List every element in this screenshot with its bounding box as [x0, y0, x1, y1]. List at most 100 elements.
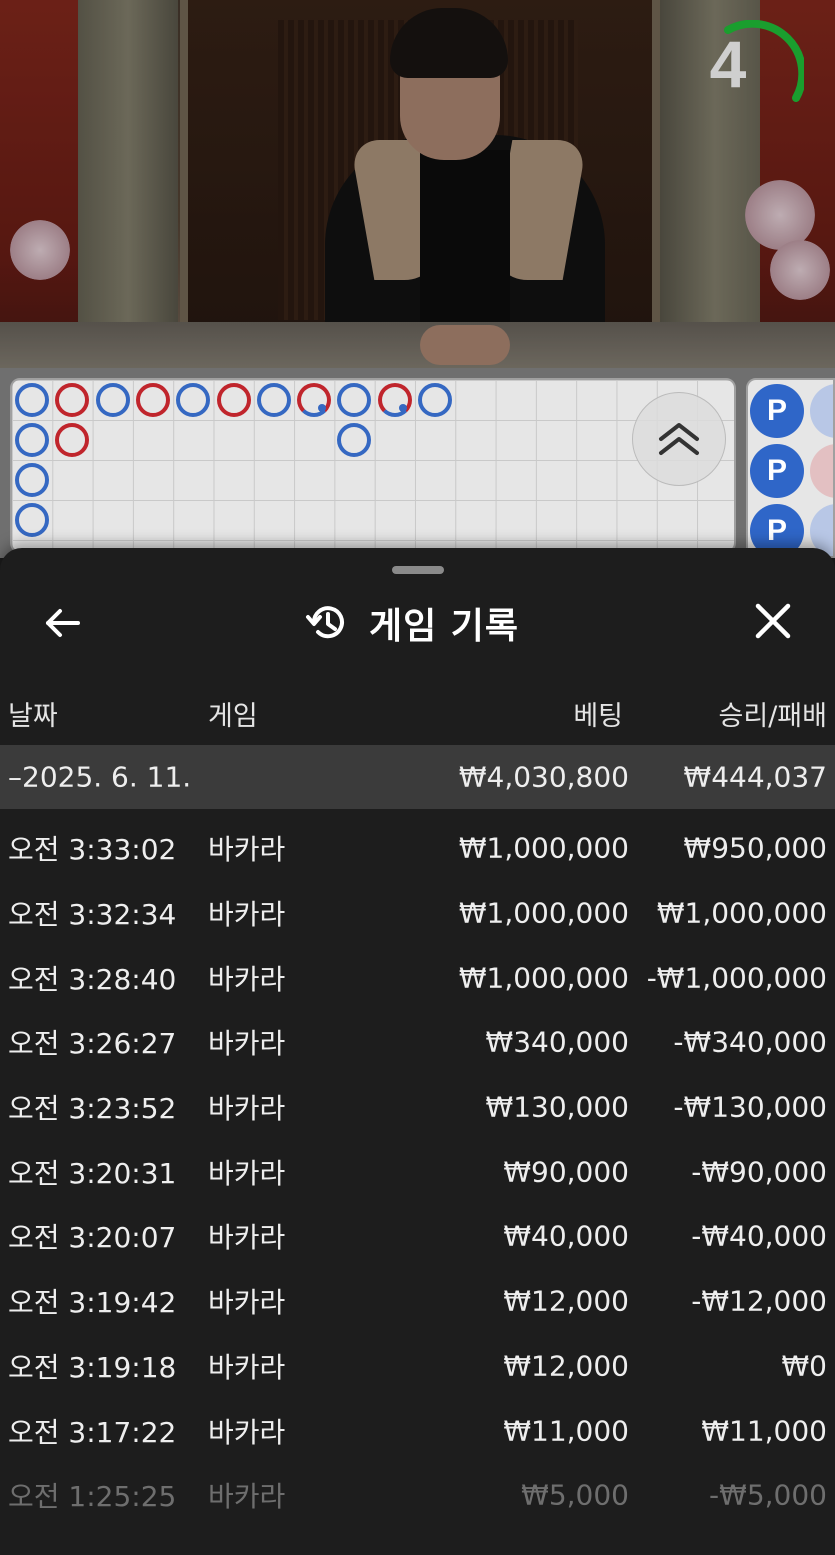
row-time: 오전 1:25:25	[8, 1480, 177, 1514]
row-winloss: -₩1,000,000	[646, 961, 827, 995]
pair-dot	[318, 404, 327, 412]
row-winloss: -₩12,000	[691, 1284, 827, 1318]
arrow-left-icon	[46, 609, 80, 637]
player-bead	[337, 383, 372, 417]
day-total-bet: ₩4,030,800	[458, 760, 629, 794]
row-time: 오전 3:17:22	[8, 1415, 177, 1449]
row-winloss: -₩90,000	[691, 1155, 827, 1189]
player-bead	[256, 383, 291, 417]
player-bead	[337, 423, 372, 457]
row-winloss: -₩340,000	[673, 1025, 827, 1059]
column-header-bet: 베팅	[573, 701, 623, 732]
day-summary-row[interactable]: –2025. 6. 11. ₩4,030,800 ₩444,037	[0, 745, 835, 809]
row-winloss: ₩1,000,000	[656, 896, 827, 930]
banker-bead	[55, 383, 90, 417]
row-winloss: -₩40,000	[691, 1219, 827, 1253]
sheet-title: 게임 기록	[369, 606, 520, 647]
column-header-date: 날짜	[8, 701, 58, 732]
row-bet: ₩1,000,000	[458, 831, 629, 865]
player-bead	[95, 383, 130, 417]
player-chip: P	[750, 444, 804, 498]
bead-road-grid	[10, 378, 736, 553]
row-game: 바카라	[208, 1350, 286, 1384]
history-row[interactable]: 오전 3:20:31 바카라 ₩90,000 -₩90,000	[0, 1139, 835, 1204]
side-roadmap: P P P	[746, 378, 835, 558]
player-bead	[15, 383, 49, 417]
live-video-feed: 4	[0, 0, 835, 368]
history-row[interactable]: 오전 3:26:27 바카라 ₩340,000 -₩340,000	[0, 1010, 835, 1075]
row-time: 오전 3:20:07	[8, 1221, 177, 1255]
row-game: 바카라	[208, 898, 286, 932]
banker-bead	[55, 423, 90, 457]
banker-bead	[135, 383, 170, 417]
history-icon	[306, 606, 344, 639]
history-row[interactable]: 오전 3:20:07 바카라 ₩40,000 -₩40,000	[0, 1204, 835, 1269]
row-winloss: ₩950,000	[683, 831, 827, 865]
row-game: 바카라	[208, 1480, 286, 1514]
player-bead	[15, 423, 49, 457]
history-row[interactable]: 오전 3:19:18 바카라 ₩12,000 ₩0	[0, 1334, 835, 1399]
row-time: 오전 3:33:02	[8, 833, 177, 867]
close-icon	[755, 603, 791, 639]
timer-count: 4	[709, 27, 747, 101]
row-game: 바카라	[208, 833, 286, 867]
row-time: 오전 3:23:52	[8, 1092, 177, 1126]
row-winloss: ₩11,000	[701, 1414, 827, 1448]
row-bet: ₩12,000	[503, 1284, 629, 1318]
history-row[interactable]: 오전 1:25:25 바카라 ₩5,000 -₩5,000	[0, 1463, 835, 1528]
row-game: 바카라	[208, 1286, 286, 1320]
row-game: 바카라	[208, 1092, 286, 1126]
row-bet: ₩340,000	[485, 1025, 629, 1059]
row-time: 오전 3:26:27	[8, 1027, 177, 1061]
row-winloss: ₩0	[781, 1349, 828, 1383]
back-button[interactable]	[40, 600, 86, 646]
row-time: 오전 3:32:34	[8, 898, 177, 932]
row-game: 바카라	[208, 1027, 286, 1061]
row-time: 오전 3:19:42	[8, 1286, 177, 1320]
player-bead	[176, 383, 211, 417]
history-list: 오전 3:33:02 바카라 ₩1,000,000 ₩950,000 오전 3:32:3…	[0, 816, 835, 1528]
row-time: 오전 3:19:18	[8, 1350, 177, 1384]
row-bet: ₩40,000	[503, 1219, 629, 1253]
day-total-winloss: ₩444,037	[683, 760, 827, 794]
sheet-header: 게임 기록	[0, 588, 835, 658]
row-time: 오전 3:20:31	[8, 1156, 177, 1190]
row-bet: ₩1,000,000	[458, 896, 629, 930]
row-bet: ₩90,000	[503, 1155, 629, 1189]
countdown-timer: 4	[694, 19, 807, 140]
player-bead	[15, 503, 49, 537]
row-bet: ₩5,000	[521, 1478, 629, 1512]
row-game: 바카라	[208, 962, 286, 996]
banker-bead	[377, 383, 412, 417]
banker-chip-faded	[810, 444, 833, 498]
history-row[interactable]: 오전 3:33:02 바카라 ₩1,000,000 ₩950,000	[0, 816, 835, 881]
history-row[interactable]: 오전 3:28:40 바카라 ₩1,000,000 -₩1,000,000	[0, 945, 835, 1010]
close-button[interactable]	[750, 598, 796, 644]
column-header-game: 게임	[208, 701, 258, 732]
row-bet: ₩1,000,000	[458, 961, 629, 995]
player-bead	[418, 383, 452, 417]
row-winloss: -₩5,000	[709, 1478, 827, 1512]
banker-bead	[297, 383, 332, 417]
row-winloss: -₩130,000	[673, 1090, 827, 1124]
row-time: 오전 3:28:40	[8, 962, 177, 996]
column-header-winloss: 승리/패배	[718, 701, 827, 732]
history-row[interactable]: 오전 3:17:22 바카라 ₩11,000 ₩11,000	[0, 1398, 835, 1463]
pair-dot	[398, 404, 407, 412]
history-row[interactable]: 오전 3:32:34 바카라 ₩1,000,000 ₩1,000,000	[0, 881, 835, 946]
row-game: 바카라	[208, 1415, 286, 1449]
row-game: 바카라	[208, 1221, 286, 1255]
game-history-sheet: 게임 기록 날짜 게임 베팅 승리/패배 –2025. 6. 11. ₩4,03…	[0, 548, 835, 1555]
row-bet: ₩12,000	[503, 1349, 629, 1383]
chevron-double-up-icon	[659, 423, 699, 455]
history-row[interactable]: 오전 3:19:42 바카라 ₩12,000 -₩12,000	[0, 1269, 835, 1334]
day-date: –2025. 6. 11.	[8, 760, 192, 794]
expand-roadmap-button[interactable]	[632, 392, 726, 486]
player-chip-faded	[810, 384, 833, 438]
row-bet: ₩130,000	[485, 1090, 629, 1124]
sheet-drag-handle[interactable]	[392, 566, 444, 574]
sheet-title-group: 게임 기록	[305, 588, 519, 658]
player-chip: P	[750, 384, 804, 438]
banker-bead	[216, 383, 251, 417]
history-row[interactable]: 오전 3:23:52 바카라 ₩130,000 -₩130,000	[0, 1075, 835, 1140]
